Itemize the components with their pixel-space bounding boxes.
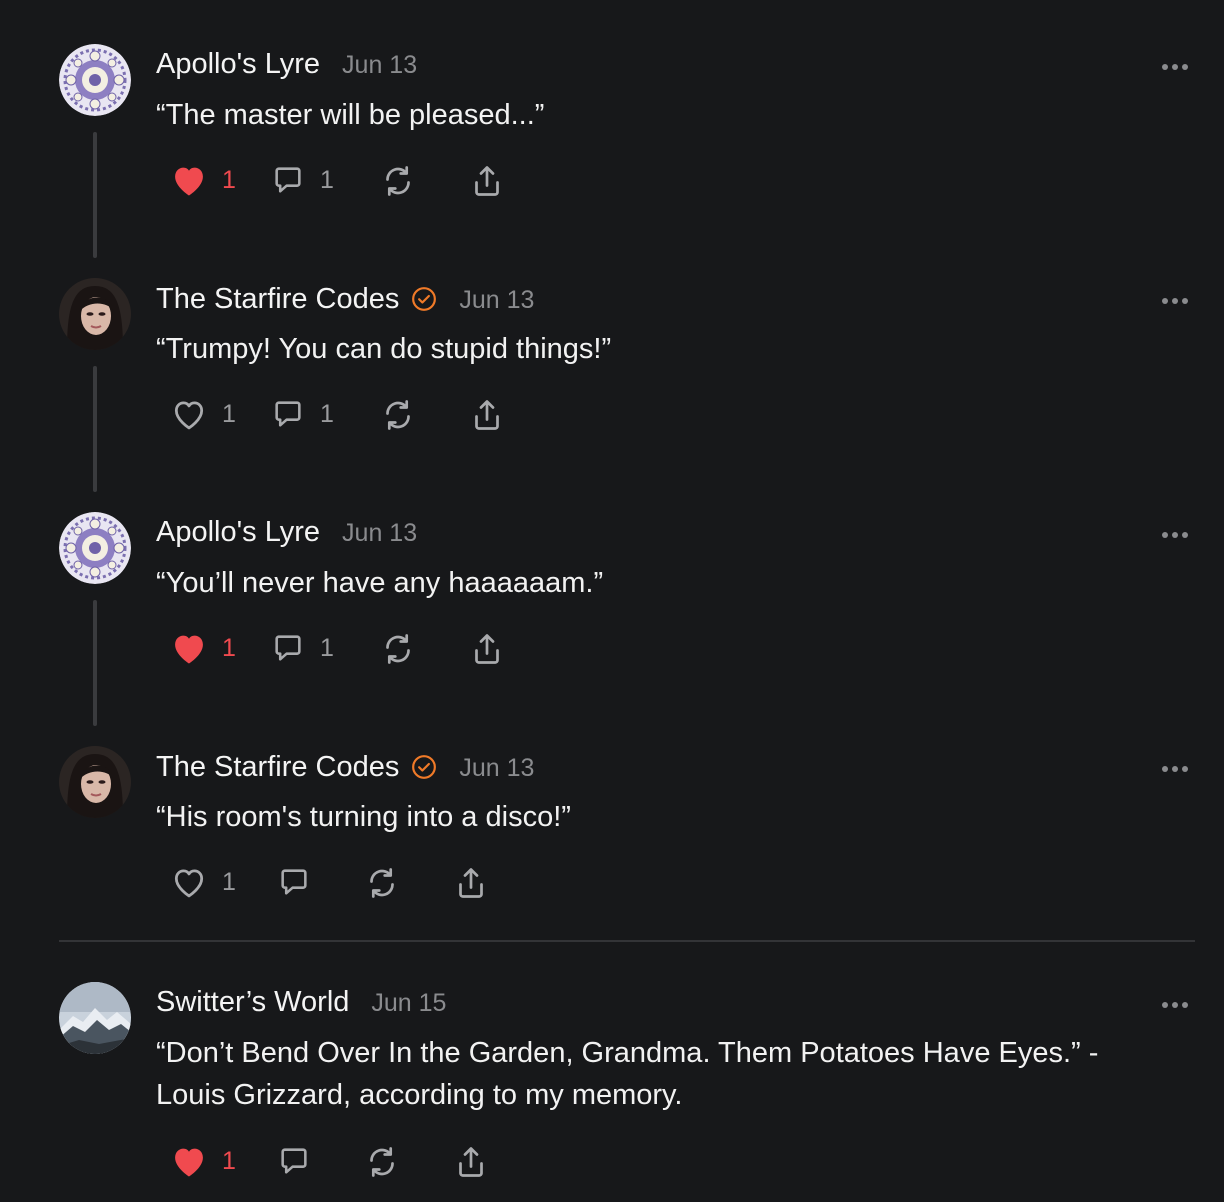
author-name[interactable]: The Starfire Codes — [156, 751, 399, 784]
share-icon — [475, 400, 499, 430]
restack-icon — [386, 166, 410, 196]
like-button[interactable]: 1 — [170, 397, 236, 431]
post-header: The Starfire Codes Jun 13 — [156, 282, 534, 316]
comment-count: 1 — [320, 633, 334, 662]
post-actions: 1 1 — [0, 631, 600, 671]
divider — [59, 940, 1195, 942]
author-name[interactable]: Switter’s World — [156, 986, 349, 1019]
post-actions: 1 1 — [0, 163, 600, 203]
post-date[interactable]: Jun 13 — [342, 51, 417, 80]
post-date[interactable]: Jun 13 — [459, 754, 534, 783]
post-header: The Starfire Codes Jun 13 — [156, 750, 534, 784]
like-count: 1 — [222, 1146, 236, 1175]
avatar[interactable] — [59, 278, 131, 350]
restack-icon — [370, 868, 394, 898]
share-icon — [475, 634, 499, 664]
post-header: Apollo's Lyre Jun 13 — [156, 516, 417, 549]
heart-filled-icon — [175, 167, 203, 196]
share-icon — [459, 868, 483, 898]
avatar[interactable] — [59, 44, 131, 116]
post-actions: 1 1 — [0, 397, 600, 437]
post-date[interactable]: Jun 13 — [459, 286, 534, 315]
verified-badge-icon — [411, 286, 437, 312]
like-button[interactable]: 1 — [170, 631, 236, 665]
restack-icon — [370, 1147, 394, 1177]
comment-button[interactable]: 1 — [270, 163, 334, 197]
comment-icon — [275, 401, 301, 427]
verified-badge-icon — [411, 754, 437, 780]
author-name[interactable]: The Starfire Codes — [156, 283, 399, 316]
more-options-icon[interactable] — [1160, 293, 1190, 304]
more-options-icon[interactable] — [1160, 59, 1190, 70]
restack-button[interactable] — [380, 631, 416, 667]
more-options-icon[interactable] — [1160, 997, 1190, 1008]
comment-button[interactable] — [276, 865, 326, 899]
more-options-icon[interactable] — [1160, 527, 1190, 538]
more-options-icon[interactable] — [1160, 761, 1190, 772]
avatar[interactable] — [59, 982, 131, 1054]
like-button[interactable]: 1 — [170, 1144, 236, 1178]
comment-icon — [275, 167, 301, 193]
comment-button[interactable]: 1 — [270, 631, 334, 665]
restack-icon — [386, 634, 410, 664]
share-icon — [459, 1147, 483, 1177]
heart-filled-icon — [175, 1148, 203, 1177]
post-text: “Don’t Bend Over In the Garden, Grandma.… — [156, 1037, 1099, 1111]
like-count: 1 — [222, 867, 236, 896]
heart-outline-icon — [174, 869, 204, 898]
avatar[interactable] — [59, 512, 131, 584]
comment-icon — [281, 869, 307, 895]
restack-button[interactable] — [364, 865, 400, 901]
post-actions: 1 — [0, 865, 600, 905]
post-header: Switter’s World Jun 15 — [156, 986, 446, 1019]
comment-button[interactable]: 1 — [270, 397, 334, 431]
like-count: 1 — [222, 165, 236, 194]
post-text: “The master will be pleased...” — [156, 99, 545, 131]
heart-filled-icon — [175, 635, 203, 664]
heart-outline-icon — [174, 401, 204, 430]
share-button[interactable] — [468, 631, 506, 667]
comment-count: 1 — [320, 399, 334, 428]
share-button[interactable] — [468, 163, 506, 199]
author-name[interactable]: Apollo's Lyre — [156, 516, 320, 549]
comment-button[interactable] — [276, 1144, 326, 1178]
post-text: “Trumpy! You can do stupid things!” — [156, 333, 612, 365]
share-icon — [475, 166, 499, 196]
comment-icon — [275, 635, 301, 661]
post-text: “His room's turning into a disco!” — [156, 801, 571, 833]
share-button[interactable] — [452, 1144, 490, 1180]
like-count: 1 — [222, 633, 236, 662]
share-button[interactable] — [452, 865, 490, 901]
post-date[interactable]: Jun 13 — [342, 519, 417, 548]
restack-button[interactable] — [380, 163, 416, 199]
post-text: “You’ll never have any haaaaaam.” — [156, 567, 604, 599]
like-button[interactable]: 1 — [170, 865, 236, 899]
post-header: Apollo's Lyre Jun 13 — [156, 48, 417, 81]
restack-icon — [386, 400, 410, 430]
like-button[interactable]: 1 — [170, 163, 236, 197]
share-button[interactable] — [468, 397, 506, 433]
post-actions: 1 — [0, 1144, 600, 1184]
comment-count: 1 — [320, 165, 334, 194]
comment-icon — [281, 1148, 307, 1174]
post-date[interactable]: Jun 15 — [371, 989, 446, 1018]
restack-button[interactable] — [364, 1144, 400, 1180]
like-count: 1 — [222, 399, 236, 428]
avatar[interactable] — [59, 746, 131, 818]
author-name[interactable]: Apollo's Lyre — [156, 48, 320, 81]
restack-button[interactable] — [380, 397, 416, 433]
